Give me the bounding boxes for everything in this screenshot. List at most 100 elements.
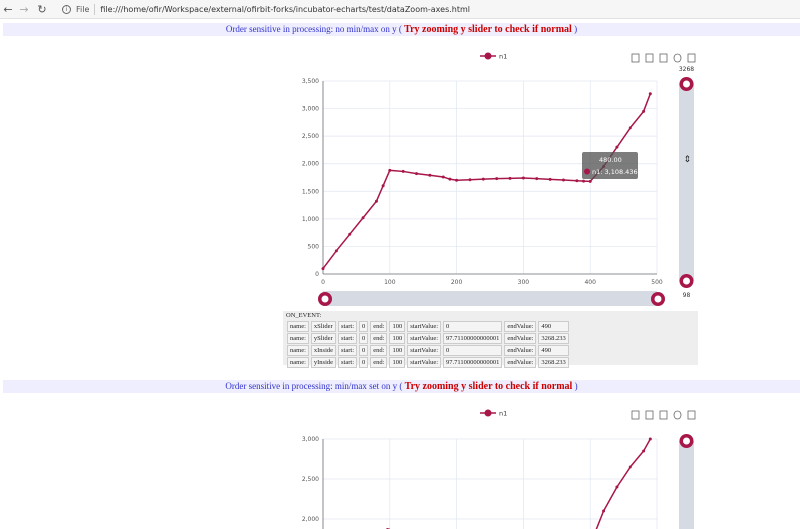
event-cell: 0 xyxy=(443,345,503,356)
event-cell: name: xyxy=(287,321,309,332)
event-row: name: yInside start: 0 end: 100 startValue: 97.… xyxy=(287,357,569,368)
y-tick-label: 1,000 xyxy=(302,216,319,223)
event-row: name: xInside start: 0 end: 100 startValue: 0 en… xyxy=(287,345,569,356)
data-point xyxy=(468,178,472,182)
save-image-icon[interactable] xyxy=(687,410,696,420)
restore-icon[interactable] xyxy=(673,53,682,63)
browser-toolbar: ← → ↻ i File file:///home/ofir/Workspace… xyxy=(0,0,800,19)
data-point xyxy=(521,176,525,180)
event-cell: 0 xyxy=(359,345,369,356)
arrow-left-icon[interactable]: ← xyxy=(0,1,16,17)
legend-item-n1[interactable]: n1 xyxy=(480,52,507,61)
y-slider-handle-inner xyxy=(683,277,690,285)
section-title-emphasis: Try zooming y slider to check if normal xyxy=(404,24,572,35)
event-cell: endValue: xyxy=(504,345,537,356)
data-point xyxy=(481,177,485,181)
chart-2-svg[interactable]: n1 2,000 2,500 3,000 xyxy=(0,395,800,529)
data-point xyxy=(535,177,539,181)
y-tick-label: 2,500 xyxy=(302,133,319,140)
data-point xyxy=(388,168,392,172)
legend-marker xyxy=(484,52,492,60)
event-table: name: xSlider start: 0 end: 100 startValue: 0 en… xyxy=(285,320,571,369)
y-tick-label: 500 xyxy=(308,243,320,250)
y-tick-label: 3,000 xyxy=(302,436,319,443)
zoom-icon[interactable] xyxy=(645,410,654,420)
x-tick-label: 100 xyxy=(384,279,396,286)
event-cell: name: xyxy=(287,333,309,344)
data-view-icon[interactable] xyxy=(631,53,640,63)
event-cell: endValue: xyxy=(504,321,537,332)
url-field[interactable]: file:///home/ofir/Workspace/external/ofi… xyxy=(100,5,470,14)
section-title-prefix: Order sensitive in processing: no min/ma… xyxy=(225,24,402,34)
data-point xyxy=(582,179,586,183)
event-cell: start: xyxy=(338,321,358,332)
save-image-icon[interactable] xyxy=(687,53,696,63)
data-point xyxy=(642,449,646,453)
file-label: File xyxy=(76,4,90,14)
divider xyxy=(94,3,96,15)
section-title-emphasis: Try zooming y slider to check if normal xyxy=(404,381,573,392)
event-cell: startValue: xyxy=(407,345,442,356)
chart-1[interactable]: n1 0 500 1,000 1,500 2,000 2,500 3,000 3,500 0 100… xyxy=(0,38,800,315)
x-slider-track xyxy=(323,291,657,306)
data-point xyxy=(495,177,499,181)
event-cell: name: xyxy=(287,357,309,368)
event-cell: start: xyxy=(338,345,358,356)
event-cell: startValue: xyxy=(407,333,442,344)
series-line-n1 xyxy=(595,438,651,529)
y-slider-track xyxy=(679,83,694,281)
tooltip-title: 480.00 xyxy=(599,156,622,164)
data-point xyxy=(334,249,338,253)
data-view-icon[interactable] xyxy=(631,410,640,420)
y-slider-track xyxy=(679,441,694,529)
event-cell: startValue: xyxy=(407,357,442,368)
event-row: name: xSlider start: 0 end: 100 startValue: 0 en… xyxy=(287,321,569,332)
data-point xyxy=(648,92,652,96)
section-title-suffix: ) xyxy=(574,381,578,391)
event-cell: 97.71100000000001 xyxy=(443,333,503,344)
chart-1-svg[interactable]: n1 0 500 1,000 1,500 2,000 2,500 3,000 3,500 0 100… xyxy=(0,38,800,310)
data-point xyxy=(615,145,619,149)
event-cell: 0 xyxy=(443,321,503,332)
event-cell: endValue: xyxy=(504,357,537,368)
zoom-reset-icon[interactable] xyxy=(659,410,668,420)
legend-marker xyxy=(484,409,492,417)
event-panel: ON_EVENT: name: xSlider start: 0 end: 100 star… xyxy=(283,311,698,368)
event-cell: ySlider xyxy=(310,333,337,344)
series-line-n1 xyxy=(322,93,652,270)
y-tick-label: 2,000 xyxy=(302,516,319,523)
x-slider-handle-inner xyxy=(654,295,662,303)
tooltip-marker xyxy=(584,168,590,175)
data-point xyxy=(415,172,419,176)
y-tick-label: 3,000 xyxy=(302,106,319,113)
data-point xyxy=(602,509,606,513)
legend-label: n1 xyxy=(499,410,507,418)
data-point xyxy=(321,267,325,271)
event-cell: 0 xyxy=(359,357,369,368)
arrow-right-icon[interactable]: → xyxy=(16,1,32,17)
event-cell: xInside xyxy=(310,345,337,356)
data-point xyxy=(615,485,619,489)
restore-icon[interactable] xyxy=(673,410,682,420)
event-title: ON_EVENT: xyxy=(286,312,322,319)
event-cell: 100 xyxy=(389,333,406,344)
zoom-icon[interactable] xyxy=(645,53,654,63)
event-cell: 490 xyxy=(538,321,569,332)
event-cell: 100 xyxy=(389,357,406,368)
zoom-reset-icon[interactable] xyxy=(659,53,668,63)
y-slider-bottom-label: 98 xyxy=(683,292,691,299)
event-cell: yInside xyxy=(310,357,337,368)
x-slider-handle-inner xyxy=(321,295,329,303)
reload-icon[interactable]: ↻ xyxy=(34,1,50,17)
data-point xyxy=(648,437,652,441)
event-cell: 0 xyxy=(359,333,369,344)
chart-2[interactable]: n1 2,000 2,500 3,000 xyxy=(0,395,800,529)
data-point xyxy=(441,175,445,179)
info-icon[interactable]: i xyxy=(62,4,71,14)
y-slider-handle-inner xyxy=(683,80,690,88)
resize-cursor-icon: ⇕ xyxy=(684,155,692,165)
data-point xyxy=(548,177,552,181)
legend-label: n1 xyxy=(499,53,507,61)
legend-item-n1[interactable]: n1 xyxy=(480,409,507,418)
data-point xyxy=(455,178,459,182)
